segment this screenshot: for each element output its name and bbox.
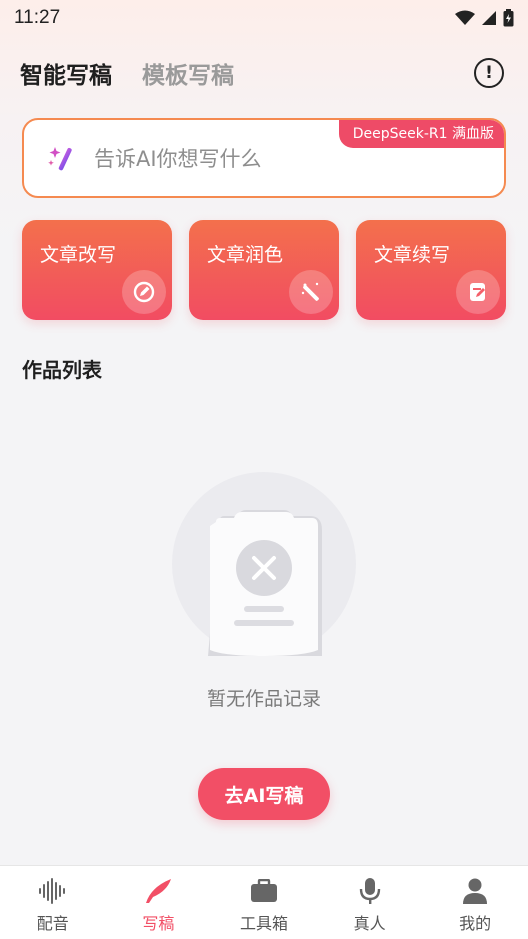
battery-icon [503,9,514,27]
nav-item-writing[interactable]: 写稿 [108,876,208,934]
nav-label-human: 真人 [353,914,386,933]
tab-smart-writing[interactable]: 智能写稿 [20,56,112,90]
feature-label-continue: 文章续写 [374,244,451,266]
status-icons [455,9,514,27]
feature-card-polish[interactable]: 文章润色 [189,220,339,320]
toolbox-icon [250,876,278,906]
microphone-icon [357,876,383,906]
signal-icon [482,11,496,25]
bottom-nav: 配音 写稿 工具箱 真人 我的 [0,865,528,939]
magic-wand-sparkle-icon [289,270,333,314]
works-list-title: 作品列表 [22,358,102,382]
status-time: 11:27 [14,7,61,28]
magic-wand-icon [48,147,72,171]
go-ai-writing-button[interactable]: 去AI写稿 [198,768,330,820]
feature-label-polish: 文章润色 [207,244,284,266]
info-circle-icon[interactable]: ! [474,58,504,88]
pen-circle-icon [122,270,166,314]
header-tabs: 智能写稿 模板写稿 [20,56,234,90]
nav-item-toolbox[interactable]: 工具箱 [214,876,314,934]
model-badge: DeepSeek-R1 满血版 [338,120,504,148]
nav-label-mine: 我的 [459,914,492,933]
prompt-input-box[interactable]: 告诉AI你想写什么 DeepSeek-R1 满血版 [22,118,506,198]
prompt-placeholder: 告诉AI你想写什么 [94,147,262,171]
nav-label-writing: 写稿 [142,914,175,933]
nav-item-dubbing[interactable]: 配音 [3,876,103,934]
status-bar: 11:27 [0,0,528,36]
nav-item-mine[interactable]: 我的 [425,876,525,934]
user-icon [462,876,488,906]
nav-label-toolbox: 工具箱 [239,914,288,933]
feather-icon [143,876,173,906]
feature-label-rewrite: 文章改写 [40,244,117,266]
empty-state-illustration [172,472,356,656]
empty-state-text: 暂无作品记录 [206,688,321,710]
feature-card-continue[interactable]: 文章续写 [356,220,506,320]
sound-wave-icon [38,876,68,906]
feature-cards: 文章改写 文章润色 文章续写 [22,220,506,320]
document-edit-icon [456,270,500,314]
wifi-icon [455,10,475,25]
nav-item-human[interactable]: 真人 [320,876,420,934]
feature-card-rewrite[interactable]: 文章改写 [22,220,172,320]
tab-template-writing[interactable]: 模板写稿 [142,56,234,90]
nav-label-dubbing: 配音 [36,914,69,933]
